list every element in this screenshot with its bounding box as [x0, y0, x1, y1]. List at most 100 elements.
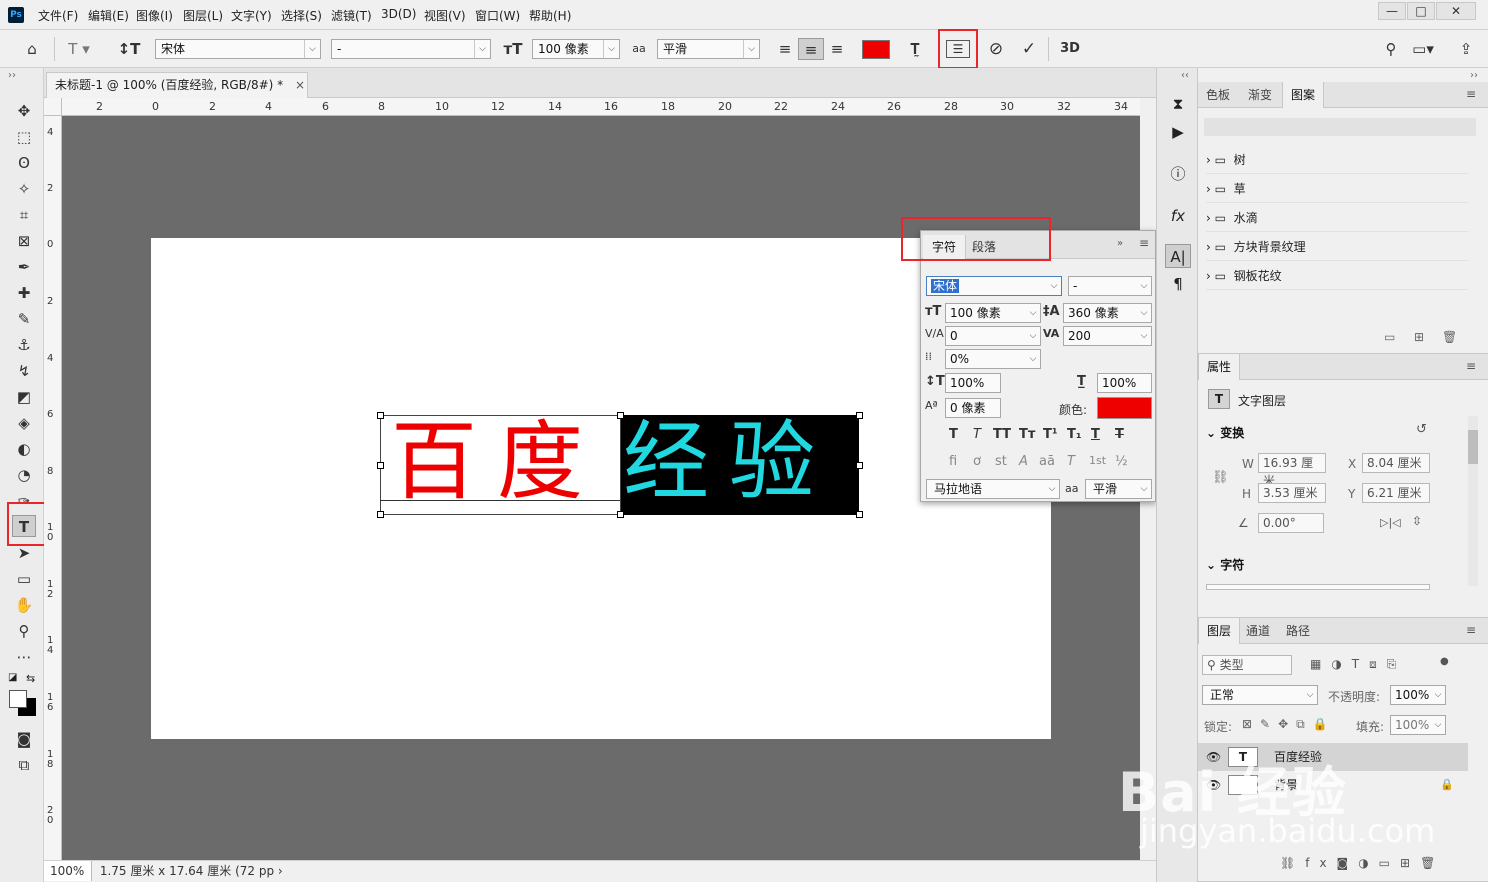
share-icon[interactable]: ⇪: [1454, 38, 1478, 60]
panel-menu-icon[interactable]: ≡: [1466, 359, 1476, 373]
tab-channels[interactable]: 通道: [1238, 618, 1278, 644]
tab-gradients[interactable]: 渐变: [1240, 82, 1280, 108]
menu-type[interactable]: 文字(Y): [231, 7, 272, 24]
small-caps-icon[interactable]: Tт: [1019, 427, 1035, 442]
new-group-icon[interactable]: ▭: [1384, 330, 1395, 344]
subscript-icon[interactable]: T₁: [1067, 427, 1082, 442]
collapse-icon[interactable]: ››: [1470, 70, 1478, 81]
layer-actions[interactable]: ⛓fx◙◑▭⊞🗑: [1280, 856, 1445, 870]
menu-filter[interactable]: 滤镜(T): [331, 7, 372, 24]
toggle-text-orientation-icon[interactable]: ↕T: [116, 38, 142, 60]
eraser-tool-icon[interactable]: ◩: [12, 386, 36, 408]
path-selection-tool-icon[interactable]: ➤: [12, 542, 36, 564]
strikethrough-icon[interactable]: T: [1115, 427, 1124, 442]
properties-scrollbar[interactable]: [1468, 416, 1478, 586]
character-section-header[interactable]: ⌄ 字符: [1206, 556, 1244, 573]
panel-menu-icon[interactable]: ≡: [1139, 236, 1149, 250]
antialias-select[interactable]: 平滑 ⌵: [657, 39, 760, 59]
tab-swatches[interactable]: 色板: [1198, 82, 1238, 108]
transform-handle[interactable]: [617, 511, 624, 518]
font-family-select[interactable]: 宋体 ⌵: [155, 39, 321, 59]
height-field[interactable]: 3.53 厘米: [1258, 483, 1326, 503]
flip-horizontal-icon[interactable]: ▷|◁: [1380, 516, 1401, 529]
document-tab[interactable]: 未标题-1 @ 100% (百度经验, RGB/8#) * ×: [46, 72, 308, 98]
close-tab-icon[interactable]: ×: [295, 78, 305, 92]
paint-bucket-tool-icon[interactable]: ◈: [12, 412, 36, 434]
styles-panel-icon[interactable]: fx: [1165, 204, 1191, 228]
char-antialias-select[interactable]: 平滑 ⌵: [1085, 479, 1152, 499]
horizontal-ruler[interactable]: 2 0 2 4 6 8 10 12 14 16 18 20 22 24 26 2…: [62, 98, 1140, 116]
screen-mode-icon[interactable]: ⧉: [12, 754, 36, 776]
maximize-button[interactable]: □: [1407, 2, 1435, 20]
transform-handle[interactable]: [377, 412, 384, 419]
lasso-tool-icon[interactable]: ʘ: [12, 152, 36, 174]
underline-icon[interactable]: T: [1091, 427, 1100, 442]
link-icon[interactable]: ⛓: [1212, 470, 1229, 485]
layer-filter-select[interactable]: ⚲ 类型: [1202, 655, 1292, 675]
document-info[interactable]: 1.75 厘米 x 17.64 厘米 (72 pp ›: [96, 864, 283, 878]
layer-filter-icons[interactable]: ▦◑T⧈⎘: [1310, 657, 1406, 672]
vertical-ruler[interactable]: 4 2 0 2 4 6 8 10 12 14 16 18 20: [44, 116, 62, 860]
ligatures-icon[interactable]: fi: [949, 454, 957, 469]
x-field[interactable]: 8.04 厘米: [1362, 453, 1430, 473]
3d-button[interactable]: 3D: [1058, 38, 1082, 60]
quick-mask-icon[interactable]: ◙: [12, 728, 36, 750]
commit-edits-icon[interactable]: ✓: [1018, 38, 1040, 60]
move-tool-icon[interactable]: ✥: [12, 100, 36, 122]
fractions-icon[interactable]: ½: [1115, 454, 1128, 469]
cancel-edits-icon[interactable]: ⊘: [985, 38, 1007, 60]
collapse-icon[interactable]: ‹‹: [1181, 70, 1189, 81]
info-panel-icon[interactable]: ⓘ: [1165, 162, 1191, 186]
transform-handle[interactable]: [617, 412, 624, 419]
marquee-tool-icon[interactable]: ⬚: [12, 126, 36, 148]
kerning-select[interactable]: 0 ⌵: [945, 326, 1041, 346]
hand-tool-icon[interactable]: ✋: [12, 594, 36, 616]
char-color-swatch[interactable]: [1097, 397, 1152, 419]
menu-file[interactable]: 文件(F): [38, 7, 78, 24]
paragraph-panel-icon[interactable]: ¶: [1165, 272, 1191, 296]
type-tool-preset-icon[interactable]: T ▾: [64, 38, 94, 60]
default-colors-icon[interactable]: ◪: [8, 672, 17, 683]
collapse-icon[interactable]: ››: [8, 70, 16, 81]
tab-paths[interactable]: 路径: [1278, 618, 1318, 644]
warp-text-icon[interactable]: 𝐓̰: [904, 38, 926, 60]
transform-handle[interactable]: [856, 412, 863, 419]
pattern-group[interactable]: › ▭ 树: [1206, 146, 1468, 174]
lock-icons[interactable]: ⊠✎✥⧉🔒: [1242, 717, 1336, 732]
tracking-select[interactable]: 200 ⌵: [1063, 326, 1152, 346]
filter-toggle-icon[interactable]: ●: [1440, 656, 1449, 667]
discretionary-ligatures-icon[interactable]: st: [995, 454, 1007, 469]
swap-colors-icon[interactable]: ⇆: [26, 672, 35, 685]
leading-select[interactable]: 360 像素 ⌵: [1063, 303, 1152, 323]
ordinals-icon[interactable]: 1st: [1089, 454, 1106, 467]
blend-mode-select[interactable]: 正常 ⌵: [1202, 685, 1318, 705]
menu-image[interactable]: 图像(I): [136, 7, 173, 24]
rectangle-tool-icon[interactable]: ▭: [12, 568, 36, 590]
menu-select[interactable]: 选择(S): [281, 7, 322, 24]
minimize-button[interactable]: —: [1378, 2, 1406, 20]
workspace-icon[interactable]: ▭▾: [1410, 38, 1436, 60]
crop-tool-icon[interactable]: ⌗: [12, 204, 36, 226]
history-panel-icon[interactable]: ⧗: [1165, 92, 1191, 116]
horizontal-scale-field[interactable]: 100%: [1097, 373, 1152, 393]
align-center-icon[interactable]: ≡: [798, 38, 824, 60]
character-panel-icon[interactable]: A|: [1165, 244, 1191, 268]
transform-handle[interactable]: [377, 462, 384, 469]
baseline-shift-field[interactable]: 0 像素: [945, 398, 1001, 418]
width-field[interactable]: 16.93 厘米: [1258, 453, 1326, 488]
stamp-tool-icon[interactable]: ⚓: [12, 334, 36, 356]
menu-help[interactable]: 帮助(H): [529, 7, 571, 24]
language-select[interactable]: 马拉地语 ⌵: [926, 479, 1060, 499]
brush-tool-icon[interactable]: ✎: [12, 308, 36, 330]
opacity-field[interactable]: 100% ⌵: [1390, 685, 1446, 705]
char-font-size-select[interactable]: 100 像素 ⌵: [945, 303, 1041, 323]
align-left-icon[interactable]: ≡: [774, 38, 796, 60]
pattern-group[interactable]: › ▭ 钢板花纹: [1206, 262, 1468, 290]
magic-wand-tool-icon[interactable]: ✧: [12, 178, 36, 200]
pattern-group[interactable]: › ▭ 草: [1206, 175, 1468, 203]
reset-transform-icon[interactable]: ↺: [1416, 422, 1427, 437]
dodge-tool-icon[interactable]: ◔: [12, 464, 36, 486]
transform-handle[interactable]: [377, 511, 384, 518]
menu-edit[interactable]: 编辑(E): [88, 7, 129, 24]
foreground-color-swatch[interactable]: [9, 690, 27, 708]
